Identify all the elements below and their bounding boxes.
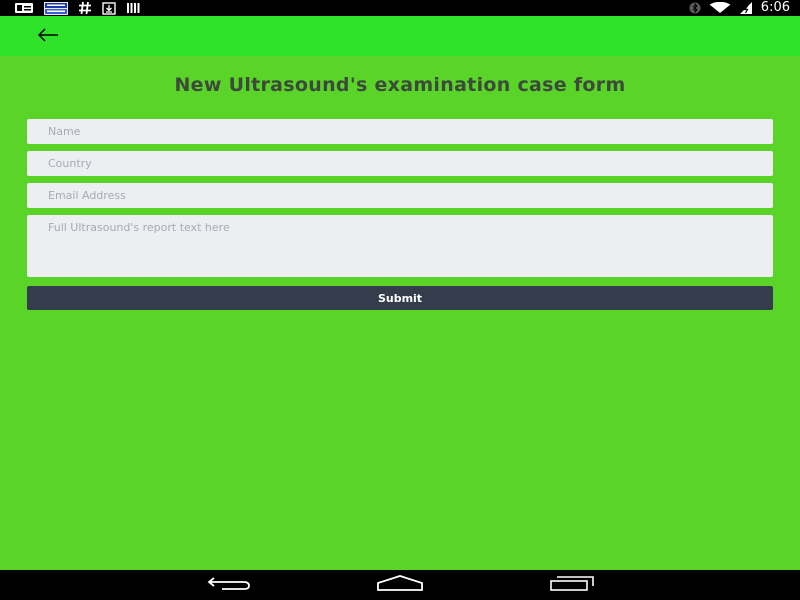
- nav-recents-button[interactable]: [548, 574, 596, 596]
- arrow-left-icon: [37, 27, 59, 46]
- nav-home-button[interactable]: [375, 574, 425, 596]
- home-icon: [376, 575, 424, 595]
- bluetooth-icon: [689, 0, 701, 16]
- status-bar: 6:06: [0, 0, 800, 16]
- app-bar: [0, 16, 800, 56]
- nav-back-button[interactable]: [205, 574, 253, 596]
- hashtag-icon: [78, 0, 92, 16]
- report-textarea[interactable]: [27, 215, 773, 277]
- status-bar-notifications: [14, 0, 142, 16]
- status-bar-system: 6:06: [689, 0, 790, 16]
- back-button[interactable]: [30, 22, 66, 50]
- wifi-icon: [709, 0, 731, 16]
- country-input[interactable]: [27, 151, 773, 176]
- barcode-icon: [126, 0, 142, 16]
- back-icon: [206, 575, 252, 595]
- navigation-bar: [0, 570, 800, 600]
- page-title: New Ultrasound's examination case form: [174, 74, 626, 96]
- email-input[interactable]: [27, 183, 773, 208]
- battery-charging-icon: [739, 0, 753, 16]
- news-app-icon: [44, 0, 68, 16]
- notification-card-icon: [14, 0, 34, 16]
- submit-button[interactable]: Submit: [27, 286, 773, 310]
- recents-icon: [549, 575, 595, 595]
- status-clock: 6:06: [760, 0, 790, 15]
- name-input[interactable]: [27, 119, 773, 144]
- form-page: New Ultrasound's examination case form S…: [0, 56, 800, 570]
- download-icon: [102, 0, 116, 16]
